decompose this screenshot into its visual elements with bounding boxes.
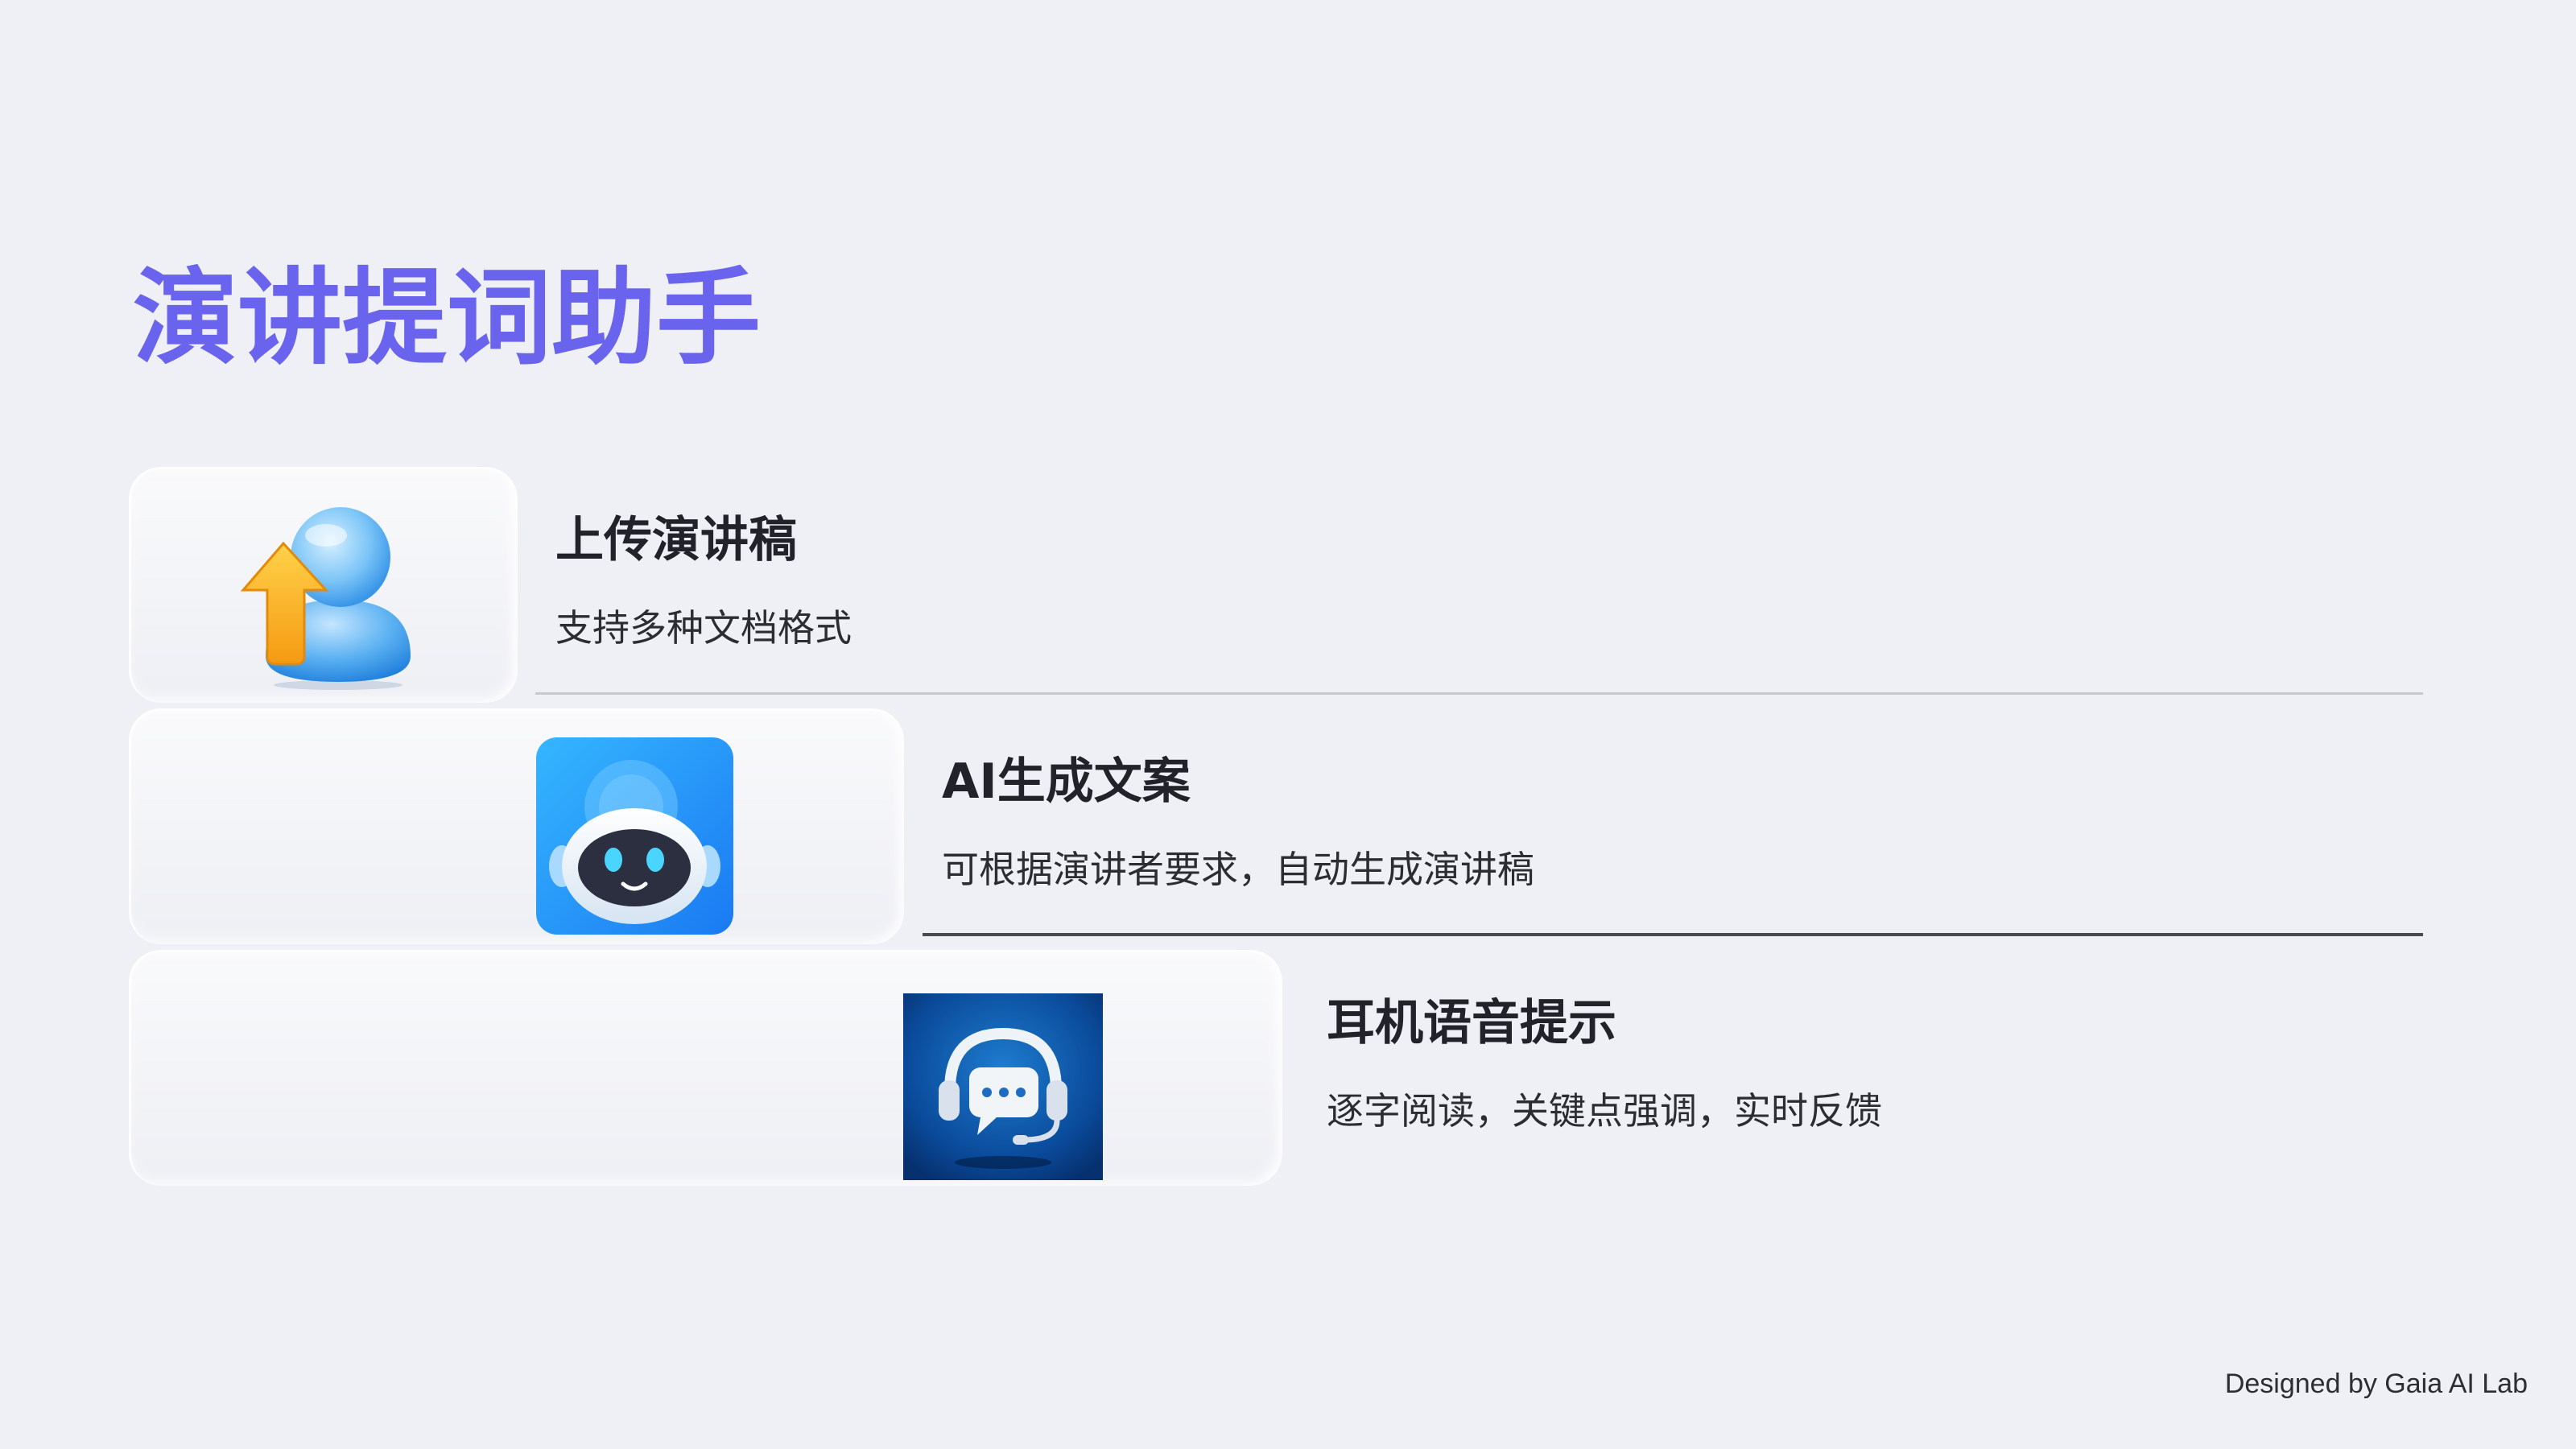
feature-desc-voice: 逐字阅读，关键点强调，实时反馈 bbox=[1327, 1089, 1882, 1133]
feature-card-voice bbox=[129, 950, 1282, 1186]
feature-desc-ai: 可根据演讲者要求，自动生成演讲稿 bbox=[942, 848, 1534, 891]
feature-title-ai: AI生成文案 bbox=[942, 753, 1191, 810]
headset-chat-icon bbox=[903, 993, 1103, 1180]
feature-desc-upload: 支持多种文档格式 bbox=[555, 606, 852, 650]
divider bbox=[535, 692, 2423, 695]
footer-credit: Designed by Gaia AI Lab bbox=[2224, 1368, 2528, 1399]
page-title: 演讲提词助手 bbox=[133, 257, 762, 379]
divider bbox=[923, 933, 2423, 936]
ai-robot-icon bbox=[536, 737, 733, 935]
upload-user-icon bbox=[233, 495, 419, 692]
feature-title-upload: 上传演讲稿 bbox=[555, 512, 797, 568]
feature-title-voice: 耳机语音提示 bbox=[1327, 995, 1616, 1051]
feature-card-ai bbox=[129, 708, 904, 944]
